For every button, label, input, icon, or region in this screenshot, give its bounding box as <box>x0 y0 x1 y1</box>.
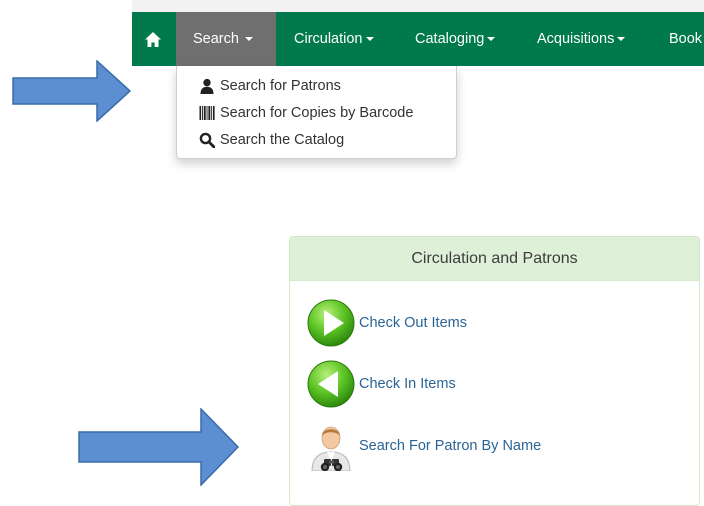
check-in-icon <box>307 360 355 408</box>
caret-down-icon <box>617 37 626 42</box>
caret-down-icon <box>244 37 253 42</box>
menu-item-search-catalog[interactable]: Search the Catalog <box>199 129 344 151</box>
top-strip <box>132 0 704 12</box>
nav-search-label: Search <box>193 31 239 47</box>
nav-acquisitions-label: Acquisitions <box>537 31 615 47</box>
home-button[interactable] <box>132 12 174 66</box>
menu-item-label: Search for Copies by Barcode <box>220 105 414 121</box>
nav-cataloging-label: Cataloging <box>415 31 485 47</box>
caret-down-icon <box>487 37 496 42</box>
menu-item-label: Search the Catalog <box>220 132 345 148</box>
panel-link-label: Check In Items <box>359 376 456 392</box>
main-navbar: Search Circulation Cataloging Acquisitio… <box>132 12 704 66</box>
nav-circulation-label: Circulation <box>294 31 363 47</box>
check-out-icon <box>307 299 355 347</box>
home-icon <box>145 31 161 47</box>
nav-cataloging-menu[interactable]: Cataloging <box>415 12 496 66</box>
panel-link-label: Check Out Items <box>359 315 467 331</box>
nav-book-label: Book <box>669 31 703 47</box>
menu-item-search-copies-barcode[interactable]: Search for Copies by Barcode <box>199 102 413 124</box>
nav-circulation-menu[interactable]: Circulation <box>294 12 374 66</box>
nav-acquisitions-menu[interactable]: Acquisitions <box>537 12 626 66</box>
annotation-arrow-icon <box>12 60 132 122</box>
caret-down-icon <box>365 37 374 42</box>
panel-heading: Circulation and Patrons <box>290 237 699 281</box>
patron-binoculars-icon <box>311 426 351 471</box>
check-out-items-link[interactable]: Check Out Items <box>307 298 467 348</box>
circulation-patrons-panel: Circulation and Patrons Check Out Items <box>289 236 700 506</box>
nav-book-menu[interactable]: Book <box>669 12 702 66</box>
magnifier-icon <box>199 132 215 148</box>
panel-link-label: Search For Patron By Name <box>359 438 542 454</box>
menu-item-label: Search for Patrons <box>220 78 341 94</box>
barcode-icon <box>199 106 215 120</box>
user-icon <box>200 78 214 94</box>
nav-search-menu[interactable]: Search <box>176 12 276 66</box>
menu-item-search-patrons[interactable]: Search for Patrons <box>199 75 341 97</box>
check-in-items-link[interactable]: Check In Items <box>307 359 456 409</box>
annotation-arrow-icon <box>78 408 240 486</box>
search-dropdown-menu: Search for Patrons Search for Copies by … <box>176 66 457 159</box>
search-patron-by-name-link[interactable]: Search For Patron By Name <box>307 421 541 471</box>
